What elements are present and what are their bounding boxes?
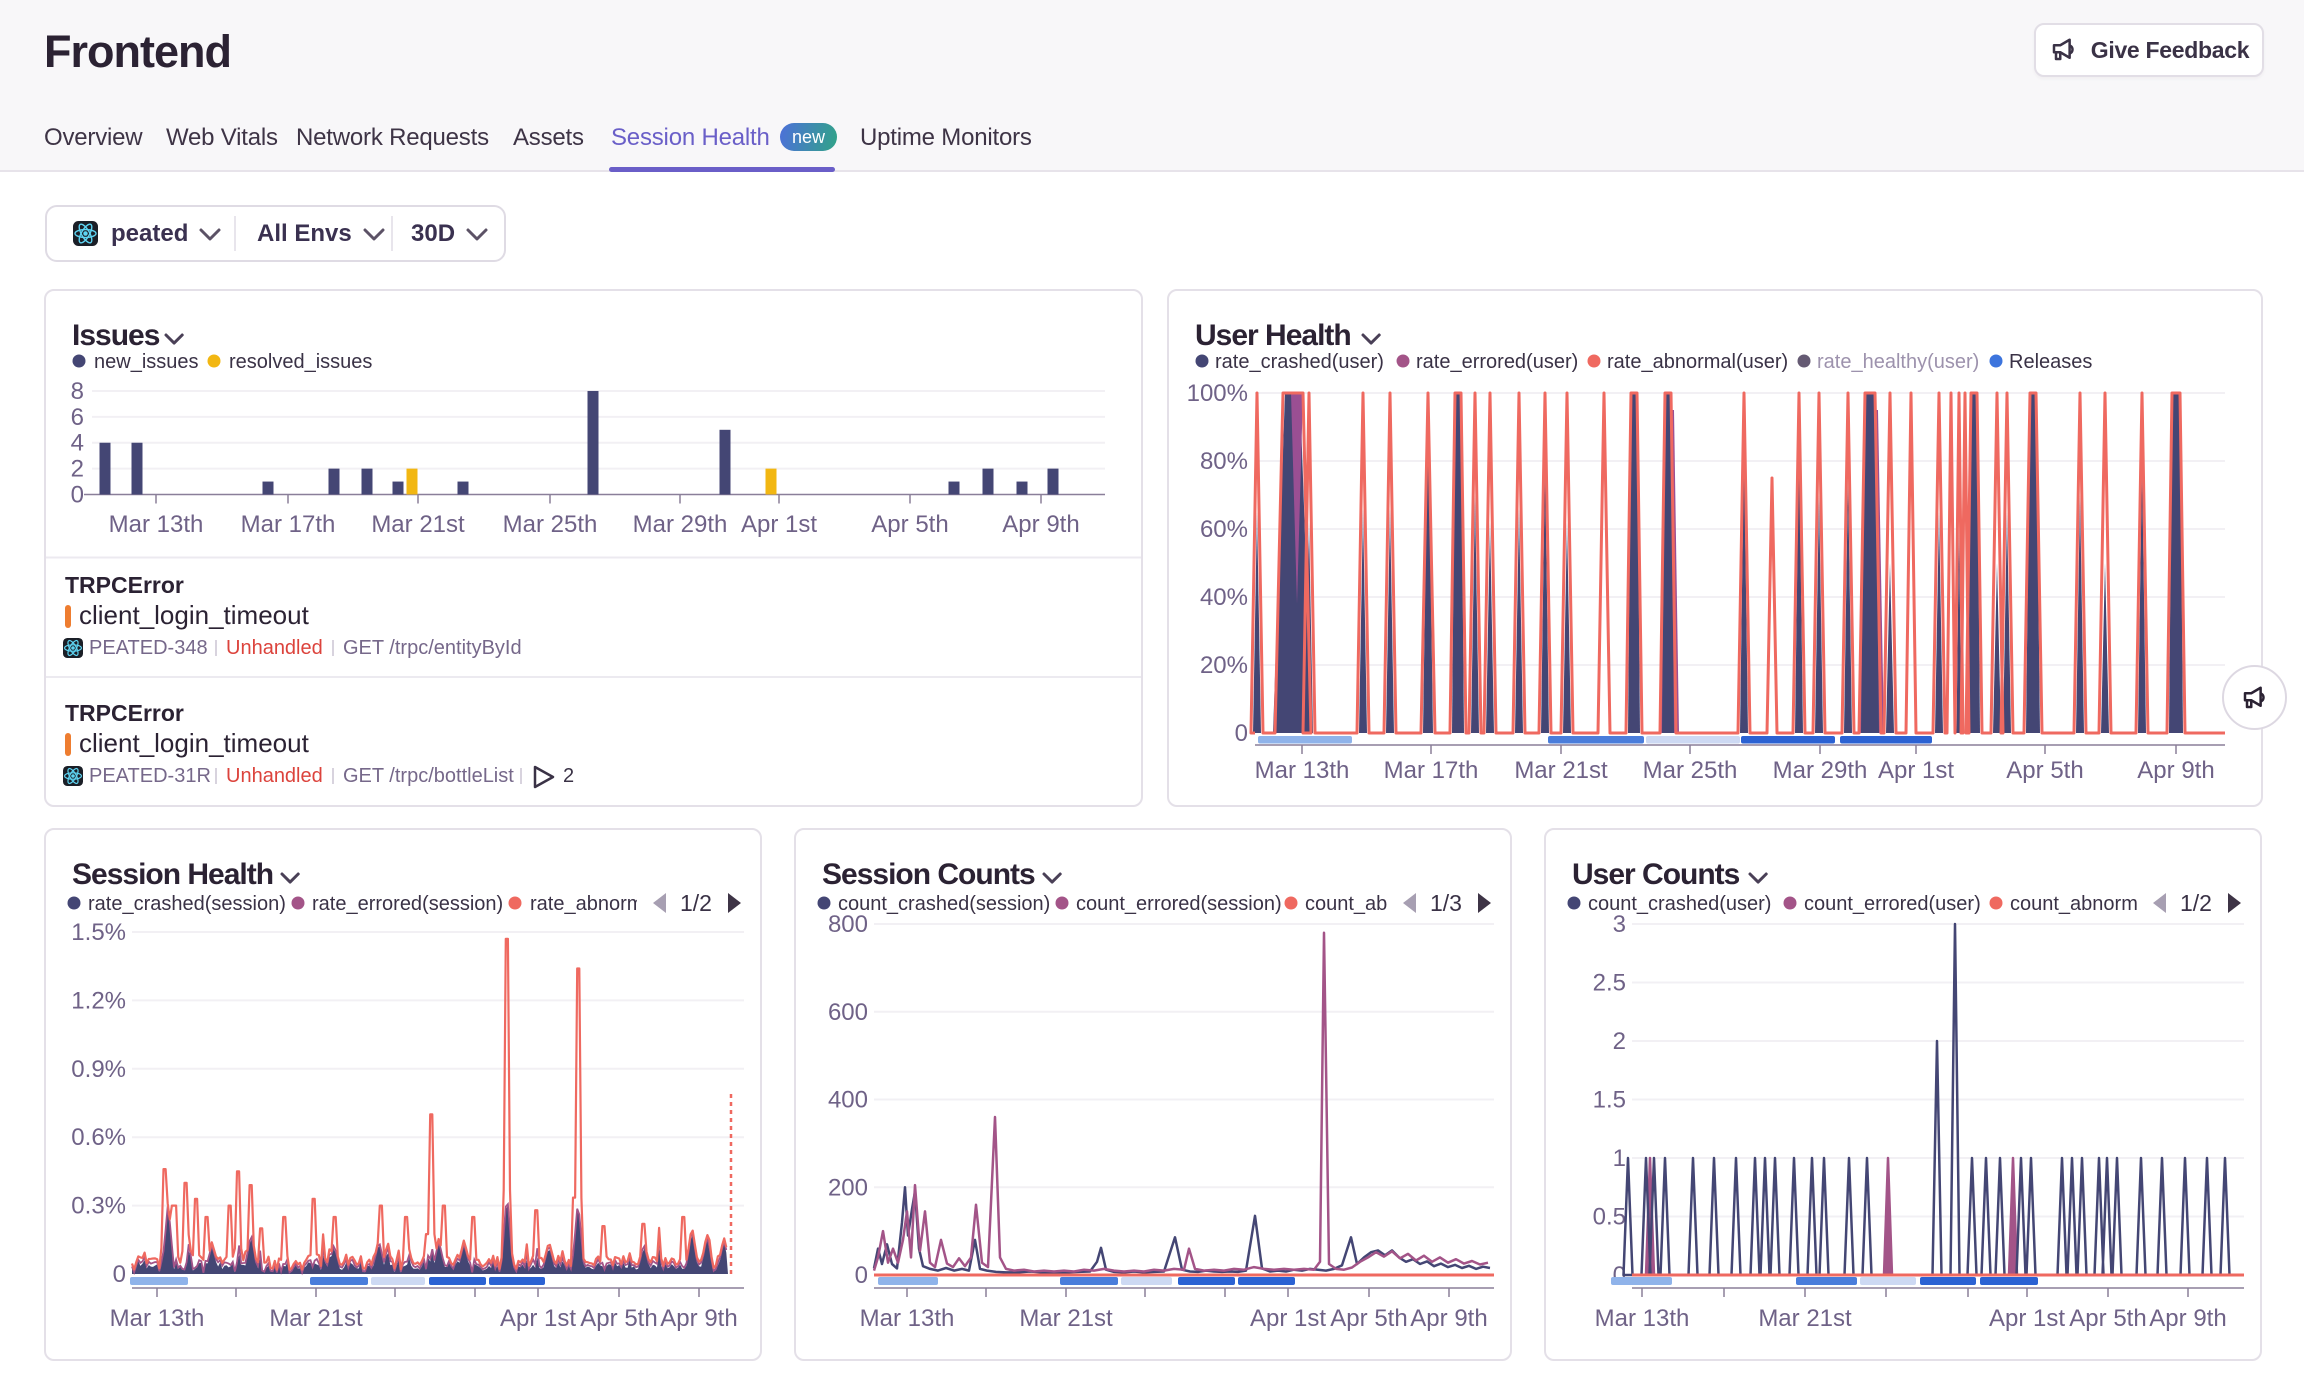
svg-text:80%: 80%	[1200, 448, 1248, 475]
svg-text:Mar 21st: Mar 21st	[1758, 1305, 1852, 1332]
svg-text:2.5: 2.5	[1593, 970, 1626, 997]
svg-text:20%: 20%	[1200, 652, 1248, 679]
svg-text:Mar 17th: Mar 17th	[1384, 757, 1479, 784]
svg-text:2: 2	[1613, 1028, 1626, 1055]
svg-text:Mar 21st: Mar 21st	[1019, 1305, 1113, 1332]
svg-text:0: 0	[1235, 720, 1248, 747]
svg-text:6: 6	[71, 404, 84, 431]
svg-text:Mar 17th: Mar 17th	[241, 511, 336, 538]
svg-text:Mar 29th: Mar 29th	[1773, 757, 1868, 784]
svg-text:Apr 9th: Apr 9th	[2137, 757, 2214, 784]
svg-text:Apr 5th: Apr 5th	[871, 511, 948, 538]
svg-text:0.3%: 0.3%	[71, 1193, 126, 1220]
svg-text:resolved_issues: resolved_issues	[229, 351, 372, 373]
svg-text:rate_healthy(user): rate_healthy(user)	[1817, 351, 1979, 373]
svg-text:Mar 13th: Mar 13th	[860, 1305, 955, 1332]
svg-text:0.5: 0.5	[1593, 1204, 1626, 1231]
svg-text:1.5: 1.5	[1593, 1087, 1626, 1114]
svg-text:Mar 21st: Mar 21st	[1514, 757, 1608, 784]
svg-text:40%: 40%	[1200, 584, 1248, 611]
svg-text:1: 1	[1613, 1145, 1626, 1172]
svg-text:Issues: Issues	[72, 319, 160, 352]
svg-text:rate_crashed(session): rate_crashed(session)	[88, 893, 286, 915]
svg-text:Mar 13th: Mar 13th	[109, 511, 204, 538]
svg-text:User Counts: User Counts	[1572, 858, 1740, 891]
svg-text:0.6%: 0.6%	[71, 1124, 126, 1151]
svg-text:Mar 13th: Mar 13th	[1595, 1305, 1690, 1332]
svg-text:Mar 29th: Mar 29th	[633, 511, 728, 538]
svg-text:Apr 1st: Apr 1st	[741, 511, 817, 538]
svg-text:8: 8	[71, 378, 84, 405]
svg-text:Apr 5th: Apr 5th	[2006, 757, 2083, 784]
svg-text:Mar 13th: Mar 13th	[1255, 757, 1350, 784]
svg-text:Apr 1st: Apr 1st	[1989, 1305, 2065, 1332]
svg-text:1.2%: 1.2%	[71, 987, 126, 1014]
svg-text:0: 0	[71, 482, 84, 509]
svg-text:Apr 1st: Apr 1st	[1878, 757, 1954, 784]
svg-text:Apr 1st: Apr 1st	[1250, 1305, 1326, 1332]
svg-text:TRPCError: TRPCError	[65, 700, 184, 726]
svg-text:Apr 1st: Apr 1st	[500, 1305, 576, 1332]
svg-text:PEATED-348: PEATED-348	[89, 637, 208, 659]
svg-text:1.5%: 1.5%	[71, 919, 126, 946]
svg-text:100%: 100%	[1187, 380, 1248, 407]
svg-text:4: 4	[71, 430, 84, 457]
svg-text:client_login_timeout: client_login_timeout	[79, 600, 310, 630]
svg-text:0.9%: 0.9%	[71, 1056, 126, 1083]
svg-text:Mar 25th: Mar 25th	[503, 511, 598, 538]
svg-text:2: 2	[563, 765, 574, 787]
svg-text:Session Health: Session Health	[72, 858, 273, 891]
svg-text:Mar 13th: Mar 13th	[110, 1305, 205, 1332]
svg-text:2: 2	[71, 456, 84, 483]
svg-text:User Health: User Health	[1195, 319, 1351, 352]
svg-text:Unhandled: Unhandled	[226, 765, 323, 787]
svg-text:new_issues: new_issues	[94, 351, 199, 373]
svg-text:rate_abnormal(user): rate_abnormal(user)	[1607, 351, 1788, 373]
svg-text:1/2: 1/2	[680, 890, 712, 916]
svg-text:800: 800	[828, 911, 868, 938]
svg-text:1/3: 1/3	[1430, 890, 1462, 916]
svg-text:GET /trpc/entityById: GET /trpc/entityById	[343, 637, 522, 659]
svg-text:200: 200	[828, 1174, 868, 1201]
svg-text:count_errored(session): count_errored(session)	[1076, 893, 1282, 915]
svg-text:0: 0	[855, 1262, 868, 1289]
svg-text:count_crashed(session): count_crashed(session)	[838, 893, 1050, 915]
svg-text:600: 600	[828, 999, 868, 1026]
svg-text:0: 0	[113, 1261, 126, 1288]
svg-text:TRPCError: TRPCError	[65, 572, 184, 598]
svg-text:count_abnormal(user): count_abnormal(user)	[2010, 893, 2206, 915]
svg-text:Apr 9th: Apr 9th	[2149, 1305, 2226, 1332]
svg-text:Apr 5th: Apr 5th	[580, 1305, 657, 1332]
svg-text:count_abnormal(session): count_abnormal(session)	[1305, 893, 1530, 915]
svg-text:Session Counts: Session Counts	[822, 858, 1035, 891]
svg-text:rate_errored(user): rate_errored(user)	[1416, 351, 1578, 373]
svg-text:3: 3	[1613, 911, 1626, 938]
svg-text:count_errored(user): count_errored(user)	[1804, 893, 1981, 915]
svg-text:PEATED-31R: PEATED-31R	[89, 765, 211, 787]
svg-text:Apr 9th: Apr 9th	[660, 1305, 737, 1332]
svg-text:Apr 9th: Apr 9th	[1410, 1305, 1487, 1332]
svg-text:Mar 21st: Mar 21st	[269, 1305, 363, 1332]
svg-text:client_login_timeout: client_login_timeout	[79, 728, 310, 758]
svg-text:Mar 25th: Mar 25th	[1643, 757, 1738, 784]
svg-text:Releases: Releases	[2009, 351, 2092, 373]
svg-text:400: 400	[828, 1087, 868, 1114]
svg-text:60%: 60%	[1200, 516, 1248, 543]
svg-text:rate_errored(session): rate_errored(session)	[312, 893, 503, 915]
svg-text:1/2: 1/2	[2180, 890, 2212, 916]
svg-text:Apr 5th: Apr 5th	[1330, 1305, 1407, 1332]
svg-text:GET /trpc/bottleList: GET /trpc/bottleList	[343, 765, 514, 787]
svg-text:Apr 9th: Apr 9th	[1002, 511, 1079, 538]
svg-text:Mar 21st: Mar 21st	[371, 511, 465, 538]
svg-text:Apr 5th: Apr 5th	[2069, 1305, 2146, 1332]
svg-text:Unhandled: Unhandled	[226, 637, 323, 659]
svg-text:rate_crashed(user): rate_crashed(user)	[1215, 351, 1384, 373]
